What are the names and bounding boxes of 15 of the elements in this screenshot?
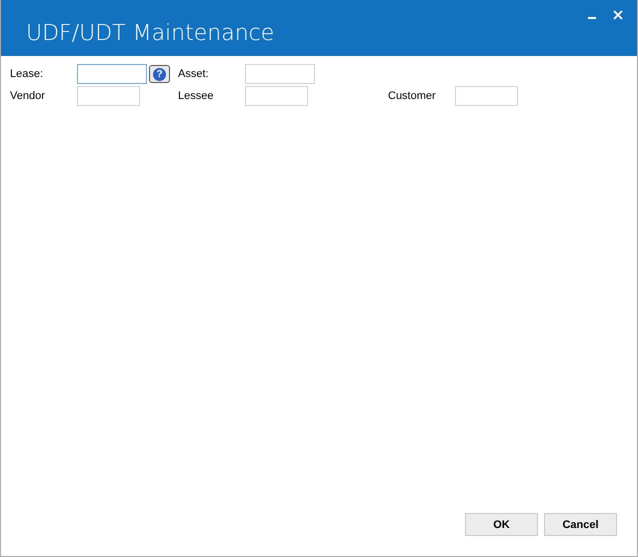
ok-button[interactable]: OK	[465, 513, 538, 536]
input-field[interactable]	[455, 86, 518, 106]
help-button[interactable]: ?	[149, 65, 170, 83]
window-title: UDF/UDT Maintenance	[26, 21, 274, 46]
field-label: Lease:	[10, 68, 44, 80]
field-label: Vendor	[10, 90, 46, 102]
field-label: Asset:	[178, 68, 210, 80]
close-icon[interactable]	[613, 10, 623, 20]
input-field[interactable]	[245, 64, 315, 84]
field-label: Customer	[388, 90, 437, 102]
field-label: Lessee	[178, 90, 214, 102]
input-field[interactable]	[77, 86, 140, 106]
input-field[interactable]	[77, 64, 147, 84]
cancel-button[interactable]: Cancel	[544, 513, 617, 536]
input-field[interactable]	[245, 86, 308, 106]
